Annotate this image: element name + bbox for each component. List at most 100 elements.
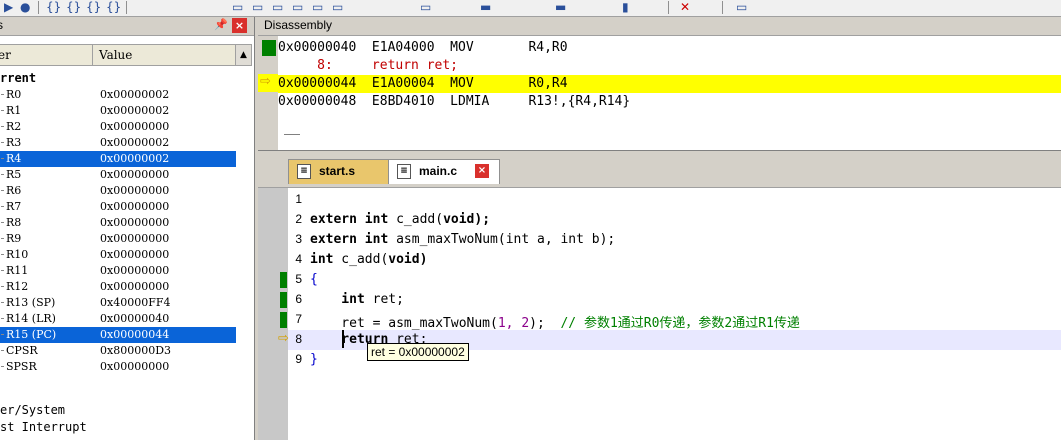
register-value[interactable]: 0x00000002 xyxy=(100,88,169,101)
step-into-icon[interactable]: {} xyxy=(46,0,61,14)
register-column-header[interactable]: er xyxy=(0,48,11,62)
register-value[interactable]: 0x00000000 xyxy=(100,232,169,245)
line-number: 4 xyxy=(295,252,302,266)
register-value[interactable]: 0x00000002 xyxy=(100,104,169,117)
code-text: int c_add(void) xyxy=(310,252,427,267)
tools-icon[interactable]: ✕ xyxy=(680,0,690,14)
call-stack-window-icon[interactable]: ▭ xyxy=(292,0,303,14)
line-number: 5 xyxy=(295,272,302,286)
register-row[interactable]: R15 (PC) 0x00000044 xyxy=(0,327,236,343)
scroll-up-button[interactable]: ▲ xyxy=(235,44,252,66)
register-value[interactable]: 0x800000D3 xyxy=(100,344,171,357)
register-name: R11 xyxy=(6,264,29,277)
source-window-icon[interactable]: ▭ xyxy=(252,0,263,14)
pin-icon[interactable]: 📌 xyxy=(214,18,228,31)
register-value[interactable]: 0x00000000 xyxy=(100,360,169,373)
register-row[interactable]: CPSR 0x800000D3 xyxy=(0,343,236,359)
toolbar-separator xyxy=(722,1,723,14)
run-icon[interactable]: ▶ xyxy=(4,0,13,14)
register-row[interactable]: R0 0x00000002 xyxy=(0,87,236,103)
register-value[interactable]: 0x00000000 xyxy=(100,248,169,261)
window-layout-icon[interactable]: ▭ xyxy=(736,0,747,14)
toolbar-separator xyxy=(126,1,127,14)
step-out-icon[interactable]: {} xyxy=(86,0,101,14)
register-row[interactable]: R9 0x00000000 xyxy=(0,231,236,247)
registers-window-icon[interactable]: ▭ xyxy=(272,0,283,14)
tree-connector xyxy=(1,206,4,207)
register-value[interactable]: 0x00000000 xyxy=(100,264,169,277)
register-row[interactable]: R7 0x00000000 xyxy=(0,199,236,215)
run-to-cursor-icon[interactable]: {} xyxy=(106,0,121,14)
column-divider[interactable] xyxy=(92,45,93,65)
register-value[interactable]: 0x00000040 xyxy=(100,312,169,325)
register-row[interactable]: R6 0x00000000 xyxy=(0,183,236,199)
code-token: asm_maxTwoNum( xyxy=(388,232,506,247)
register-value[interactable]: 0x00000000 xyxy=(100,120,169,133)
code-line[interactable]: 5{ xyxy=(288,270,1061,290)
register-name: R9 xyxy=(6,232,22,245)
register-row[interactable]: R4 0x00000002 xyxy=(0,151,236,167)
watch-window-icon[interactable]: ▭ xyxy=(312,0,323,14)
register-value[interactable]: 0x00000002 xyxy=(100,152,169,165)
serial-window-icon[interactable]: ▭ xyxy=(420,0,431,14)
code-line[interactable]: 7 ret = asm_maxTwoNum(1, 2); // 参数1通过R0传… xyxy=(288,310,1061,331)
variable-tooltip: ret = 0x00000002 xyxy=(367,343,469,361)
tab-start-s[interactable]: ≡ start.s xyxy=(288,159,390,184)
pc-arrow-icon: ⇨ xyxy=(260,74,271,89)
register-row[interactable]: R3 0x00000002 xyxy=(0,135,236,151)
register-value[interactable]: 0x00000000 xyxy=(100,200,169,213)
register-row[interactable]: R1 0x00000002 xyxy=(0,103,236,119)
trace-window-icon[interactable]: ▬ xyxy=(555,0,566,14)
register-row[interactable]: R2 0x00000000 xyxy=(0,119,236,135)
disassembly-line[interactable]: 0x00000048 E8BD4010 LDMIA R13!,{R4,R14} xyxy=(278,93,1061,111)
register-name: CPSR xyxy=(6,344,38,357)
disassembly-line-current[interactable]: 0x00000044 E1A00004 MOV R0,R4 xyxy=(278,75,1061,93)
register-row[interactable]: R13 (SP) 0x40000FF4 xyxy=(0,295,236,311)
register-value[interactable]: 0x00000000 xyxy=(100,216,169,229)
step-over-icon[interactable]: {} xyxy=(66,0,81,14)
stop-icon[interactable]: ● xyxy=(20,0,30,14)
group-user-system[interactable]: er/System xyxy=(0,403,65,417)
close-icon[interactable]: × xyxy=(232,18,247,33)
register-value[interactable]: 0x00000000 xyxy=(100,280,169,293)
memory-window-icon[interactable]: ▭ xyxy=(332,0,343,14)
disassembly-line[interactable]: 0x00000040 E1A04000 MOV R4,R0 xyxy=(278,39,1061,57)
code-line[interactable]: 2 extern int c_add(void); xyxy=(288,210,1061,230)
register-row[interactable]: R14 (LR) 0x00000040 xyxy=(0,311,236,327)
group-fast-interrupt[interactable]: st Interrupt xyxy=(0,420,87,434)
register-value[interactable]: 0x00000002 xyxy=(100,136,169,149)
value-column-header[interactable]: Value xyxy=(99,48,132,62)
registers-title-bar: s 📌 × xyxy=(0,17,254,36)
code-token: } xyxy=(310,352,318,367)
executed-marker-icon xyxy=(280,292,287,308)
register-name: R3 xyxy=(6,136,22,149)
register-row[interactable]: R5 0x00000000 xyxy=(0,167,236,183)
code-line[interactable]: 3 extern int asm_maxTwoNum(int a, int b); xyxy=(288,230,1061,250)
line-number: 2 xyxy=(295,212,302,226)
tab-main-c[interactable]: ≡ main.c × xyxy=(388,159,500,184)
register-row[interactable]: R12 0x00000000 xyxy=(0,279,236,295)
tree-connector xyxy=(1,190,4,191)
executed-marker-icon xyxy=(262,40,276,56)
code-line[interactable]: 4 int c_add(void) xyxy=(288,250,1061,270)
register-row[interactable]: R8 0x00000000 xyxy=(0,215,236,231)
group-current[interactable]: rrent xyxy=(0,71,36,85)
performance-analyzer-icon[interactable]: ▮ xyxy=(622,0,629,14)
register-value[interactable]: 0x00000044 xyxy=(100,328,169,341)
register-value[interactable]: 0x00000000 xyxy=(100,184,169,197)
close-icon[interactable]: × xyxy=(475,164,489,178)
disassembly-title-bar: Disassembly xyxy=(258,17,1061,36)
analysis-window-icon[interactable]: ▬ xyxy=(480,0,491,14)
tree-connector xyxy=(1,366,4,367)
register-row[interactable]: R10 0x00000000 xyxy=(0,247,236,263)
register-value[interactable]: 0x00000000 xyxy=(100,168,169,181)
code-line[interactable]: 6 int ret; xyxy=(288,290,1061,310)
code-line[interactable]: 1 xyxy=(288,190,1061,210)
disassembly-separator xyxy=(284,134,300,135)
register-row[interactable]: R11 0x00000000 xyxy=(0,263,236,279)
register-row[interactable]: SPSR 0x00000000 xyxy=(0,359,236,375)
disassembly-source-line[interactable]: 8: return ret; xyxy=(278,57,1061,75)
disassembly-window-icon[interactable]: ▭ xyxy=(232,0,243,14)
editor-panel: ≡ start.s ≡ main.c × 1 2 extern int c_add(… xyxy=(258,151,1061,440)
register-value[interactable]: 0x40000FF4 xyxy=(100,296,170,309)
